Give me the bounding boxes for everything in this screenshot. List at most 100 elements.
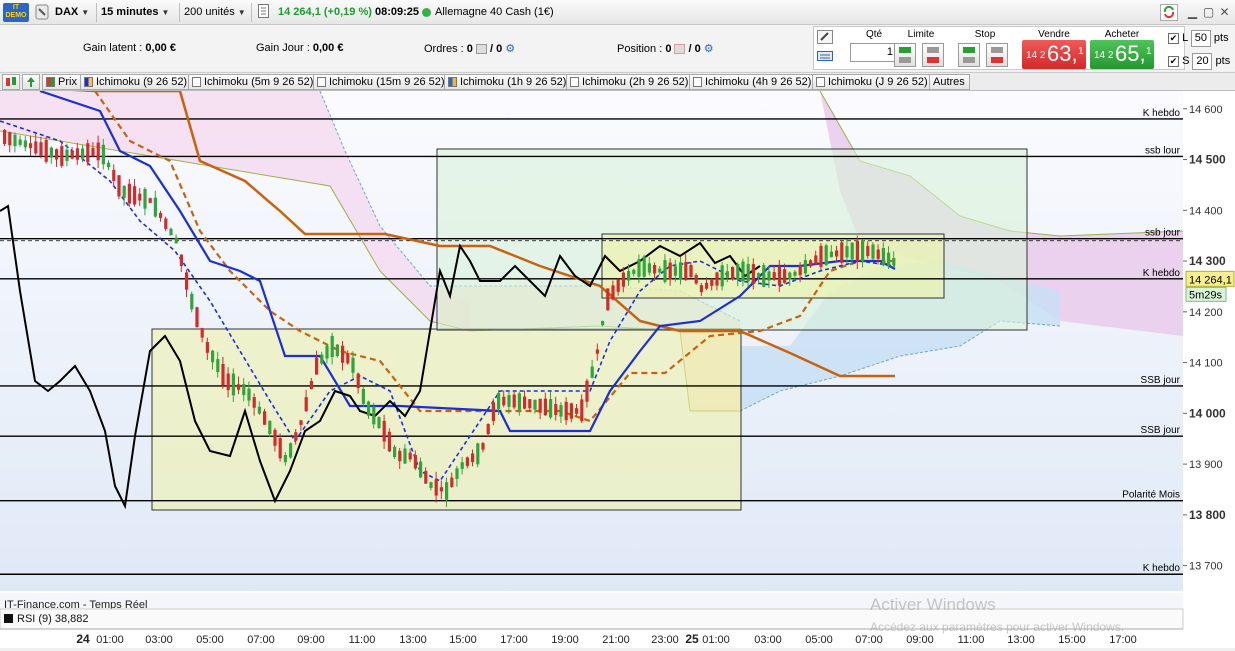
gear-icon[interactable]: ⚙: [704, 43, 714, 55]
candle-body: [725, 271, 729, 278]
tab-prix[interactable]: Prix: [42, 74, 82, 90]
candle-body: [351, 357, 355, 373]
candle-body: [663, 260, 667, 282]
x-tick-label: 05:00: [805, 634, 833, 646]
candle-body: [606, 288, 610, 311]
candle-body: [263, 411, 267, 425]
candle-body: [419, 461, 423, 478]
tab-ichimoku-2h[interactable]: Ichimoku (2h 9 26 52): [566, 74, 694, 90]
y-tick-label: 13 900: [1189, 459, 1223, 471]
close-icon[interactable]: ✕: [1217, 5, 1232, 20]
tab-ichimoku-1h[interactable]: Ichimoku (1h 9 26 52): [444, 74, 572, 90]
candle-body: [559, 405, 563, 417]
quantity-input[interactable]: 1: [850, 43, 898, 62]
candle-body: [70, 150, 74, 159]
wrench-icon[interactable]: [35, 4, 49, 21]
limit-sell-button[interactable]: [922, 43, 944, 67]
candle-body: [216, 359, 220, 373]
add-indicator-button[interactable]: [22, 74, 40, 90]
orders-summary[interactable]: Ordres : 0 / 0 ⚙: [424, 42, 515, 55]
candle-body: [205, 342, 209, 353]
tab-ichimoku-5m[interactable]: Ichimoku (5m 9 26 52): [188, 74, 319, 90]
chart-type-button[interactable]: [2, 74, 20, 90]
limit-pts-row[interactable]: ✔ L 50 pts: [1168, 29, 1229, 47]
y-tick-label: 14 500: [1189, 153, 1226, 167]
y-tick-label: 14 100: [1189, 358, 1223, 370]
limit-checkbox[interactable]: ✔: [1168, 32, 1179, 44]
candle-body: [517, 393, 521, 410]
x-tick-label: 11:00: [349, 634, 376, 646]
candle-body: [595, 349, 599, 354]
candle-body: [294, 432, 298, 441]
stop-pts-row[interactable]: ✔ S 20 pts: [1168, 52, 1230, 70]
orders-icon: [475, 44, 487, 55]
stop-checkbox[interactable]: ✔: [1168, 55, 1179, 67]
stop-sell-button[interactable]: [986, 43, 1008, 67]
x-tick-label: 21:00: [602, 634, 630, 646]
candle-body: [55, 149, 59, 160]
units-selector[interactable]: 200 unités ▼: [184, 4, 246, 21]
candle-body: [590, 366, 594, 378]
candle-body: [757, 273, 761, 278]
candle-body: [507, 395, 511, 407]
y-tick-label: 14 200: [1189, 307, 1223, 319]
position-summary[interactable]: Position : 0 / 0 ⚙: [617, 42, 714, 55]
x-tick-label: 13:00: [399, 634, 427, 646]
candle-body: [491, 402, 495, 422]
y-tick-label: 14 000: [1189, 406, 1226, 420]
x-tick-label: 19:00: [551, 634, 579, 646]
candle-body: [523, 396, 527, 409]
chart-canvas[interactable]: 13 700 13 800 13 900 14 000 14 100 14 200 14 3…: [0, 84, 1235, 648]
windows-watermark-sub: Accédez aux paramètres pour activer Wind…: [870, 620, 1124, 634]
candle-body: [829, 251, 833, 258]
countdown-label: 5m29s: [1189, 289, 1223, 301]
tab-ichimoku[interactable]: Ichimoku (9 26 52): [80, 74, 193, 90]
refresh-icon[interactable]: [1160, 4, 1178, 21]
info-icon[interactable]: [258, 4, 269, 21]
limit-buy-button[interactable]: [894, 43, 916, 67]
gain-jour: Gain Jour : 0,00 €: [256, 42, 344, 54]
minimize-icon[interactable]: ▁: [1185, 5, 1200, 20]
candle-body: [283, 454, 287, 463]
tab-ichimoku-15m[interactable]: Ichimoku (15m 9 26 52): [313, 74, 450, 90]
maximize-icon[interactable]: ▢: [1201, 5, 1216, 20]
candle-body: [330, 335, 334, 357]
buy-button[interactable]: 14 2 65, 1: [1090, 40, 1154, 69]
y-tick-label: 14 300: [1189, 254, 1226, 268]
candle-body: [871, 244, 875, 259]
limit-pts-input[interactable]: 50: [1190, 29, 1211, 47]
x-tick-label: 07:00: [247, 634, 275, 646]
candle-body: [642, 256, 646, 277]
price-chart[interactable]: 13 700 13 800 13 900 14 000 14 100 14 200 14 3…: [0, 84, 1235, 648]
candle-body: [455, 468, 459, 480]
candle-body: [585, 380, 589, 402]
source-strip: [0, 593, 1183, 611]
stop-buy-button[interactable]: [958, 43, 980, 67]
clock-time: 08:09:25: [375, 6, 420, 18]
wrench-icon[interactable]: [817, 30, 833, 44]
limite-label: Limite: [907, 29, 935, 40]
timeframe-selector[interactable]: 15 minutes ▼: [101, 4, 169, 21]
current-price-label: 14 264,1: [1189, 274, 1232, 286]
market-open-icon: [422, 7, 431, 17]
candle-body: [268, 420, 272, 435]
candle-body: [783, 269, 787, 283]
tab-ichimoku-daily[interactable]: Ichimoku (J 9 26 52): [812, 74, 933, 90]
keyboard-icon[interactable]: [817, 49, 833, 63]
x-tick-label: 17:00: [1109, 634, 1137, 646]
tab-ichimoku-4h[interactable]: Ichimoku (4h 9 26 52): [689, 74, 817, 90]
candle-body: [18, 139, 22, 145]
tab-autres[interactable]: Autres: [929, 74, 970, 90]
stop-pts-input[interactable]: 20: [1192, 52, 1213, 70]
gear-icon[interactable]: ⚙: [505, 43, 515, 55]
candle-body: [658, 268, 662, 273]
instrument-selector[interactable]: DAX ▼: [55, 4, 89, 21]
sell-button[interactable]: 14 2 63, 1: [1022, 40, 1086, 69]
candle-body: [575, 408, 579, 414]
candle-body: [855, 240, 859, 262]
candle-body: [237, 384, 241, 390]
candle-body: [543, 398, 547, 416]
candle-body: [845, 246, 849, 258]
candle-body: [179, 254, 183, 266]
candle-body: [398, 450, 402, 462]
